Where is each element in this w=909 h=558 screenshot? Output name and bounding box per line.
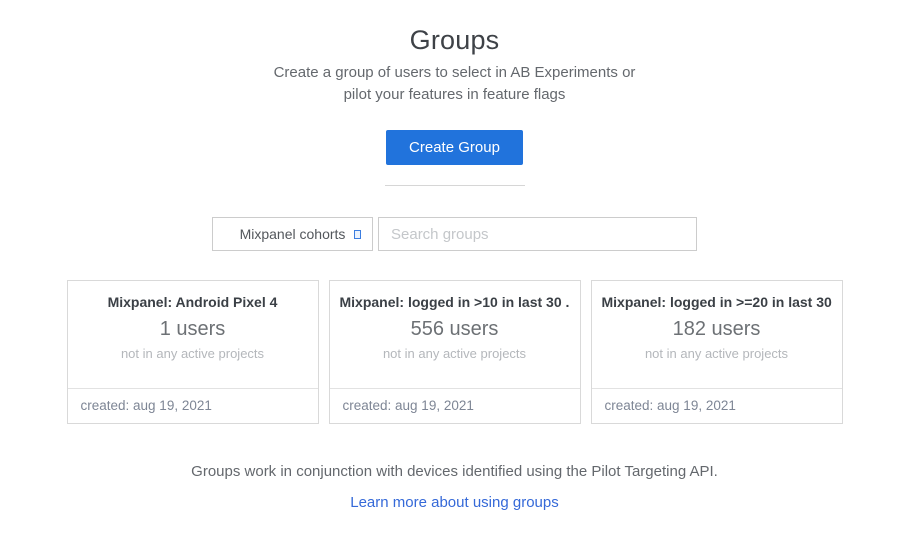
group-card-body: Mixpanel: Android Pixel 4 1 users not in…	[68, 281, 318, 388]
filter-row: Mixpanel cohorts	[0, 217, 909, 251]
header-divider	[385, 185, 525, 186]
subtitle-line-2: pilot your features in feature flags	[0, 84, 909, 106]
dropdown-caret-icon	[354, 230, 361, 239]
group-title: Mixpanel: logged in >10 in last 30 ...	[340, 294, 570, 310]
group-card[interactable]: Mixpanel: logged in >=20 in last 30... 1…	[591, 280, 843, 424]
group-projects-note: not in any active projects	[340, 346, 570, 361]
cohort-source-dropdown[interactable]: Mixpanel cohorts	[212, 217, 373, 251]
create-group-button[interactable]: Create Group	[386, 130, 523, 165]
page-subtitle: Create a group of users to select in AB …	[0, 62, 909, 106]
group-title: Mixpanel: logged in >=20 in last 30...	[602, 294, 832, 310]
group-cards-row: Mixpanel: Android Pixel 4 1 users not in…	[0, 280, 909, 424]
search-groups-input[interactable]	[378, 217, 697, 251]
page-header: Groups Create a group of users to select…	[0, 25, 909, 186]
group-created-date: created: aug 19, 2021	[68, 388, 318, 423]
groups-info-text: Groups work in conjunction with devices …	[0, 463, 909, 480]
group-user-count: 556 users	[340, 318, 570, 341]
group-card[interactable]: Mixpanel: Android Pixel 4 1 users not in…	[67, 280, 319, 424]
group-title: Mixpanel: Android Pixel 4	[78, 294, 308, 310]
learn-more-link[interactable]: Learn more about using groups	[0, 494, 909, 511]
group-user-count: 1 users	[78, 318, 308, 341]
group-card-body: Mixpanel: logged in >=20 in last 30... 1…	[592, 281, 842, 388]
subtitle-line-1: Create a group of users to select in AB …	[0, 62, 909, 84]
group-card-body: Mixpanel: logged in >10 in last 30 ... 5…	[330, 281, 580, 388]
group-created-date: created: aug 19, 2021	[592, 388, 842, 423]
group-created-date: created: aug 19, 2021	[330, 388, 580, 423]
group-card[interactable]: Mixpanel: logged in >10 in last 30 ... 5…	[329, 280, 581, 424]
page-title: Groups	[0, 25, 909, 56]
cohort-dropdown-label: Mixpanel cohorts	[240, 226, 346, 242]
group-projects-note: not in any active projects	[602, 346, 832, 361]
group-user-count: 182 users	[602, 318, 832, 341]
groups-page: Groups Create a group of users to select…	[0, 0, 909, 511]
group-projects-note: not in any active projects	[78, 346, 308, 361]
